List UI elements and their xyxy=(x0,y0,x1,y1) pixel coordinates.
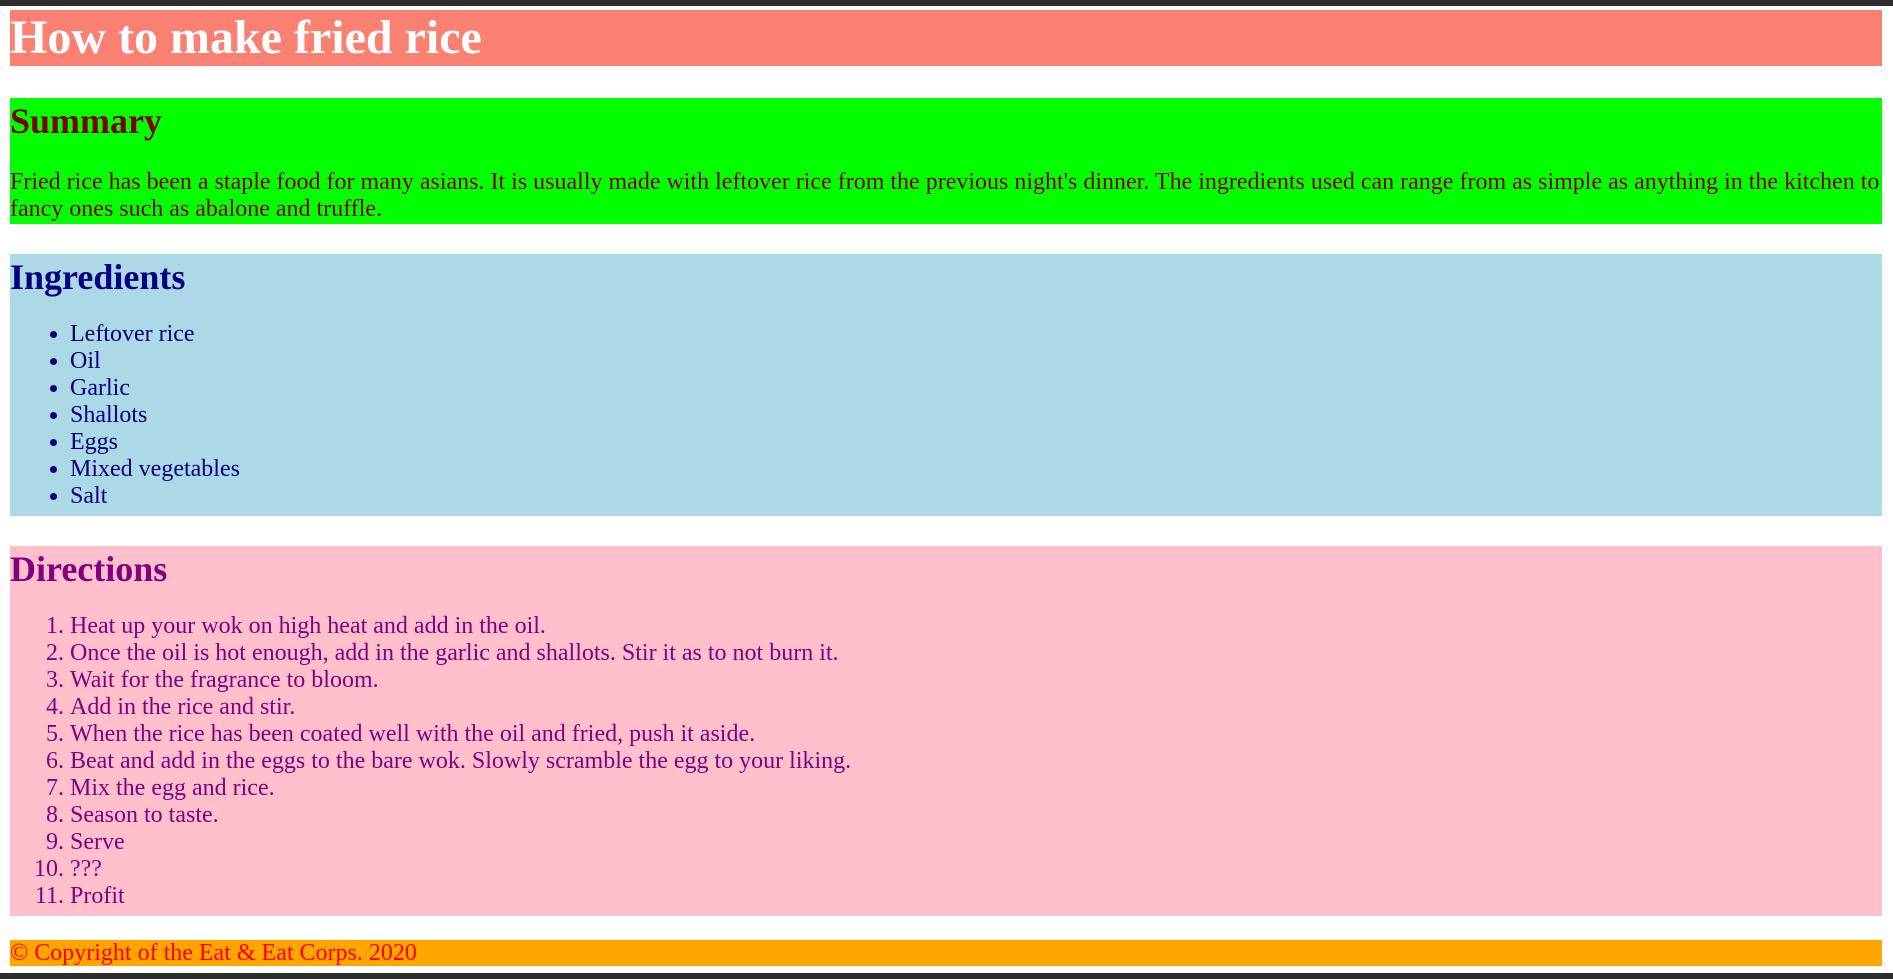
title-banner: How to make fried rice xyxy=(10,10,1882,66)
summary-heading: Summary xyxy=(10,101,162,141)
ingredient-item: Shallots xyxy=(70,402,1882,429)
direction-step: Once the oil is hot enough, add in the g… xyxy=(70,640,1882,667)
window-top-border xyxy=(0,0,1893,6)
summary-section: Summary Fried rice has been a staple foo… xyxy=(10,98,1882,224)
direction-step: Mix the egg and rice. xyxy=(70,775,1882,802)
ingredients-heading: Ingredients xyxy=(10,257,186,297)
direction-step: Wait for the fragrance to bloom. xyxy=(70,667,1882,694)
window-bottom-border xyxy=(0,973,1893,979)
summary-text: Fried rice has been a staple food for ma… xyxy=(10,169,1880,222)
direction-step: Serve xyxy=(70,829,1882,856)
direction-step: Beat and add in the eggs to the bare wok… xyxy=(70,748,1882,775)
copyright-footer: © Copyright of the Eat & Eat Corps. 2020 xyxy=(10,940,1882,966)
directions-list: Heat up your wok on high heat and add in… xyxy=(10,613,1882,910)
ingredients-list: Leftover rice Oil Garlic Shallots Eggs M… xyxy=(10,321,1882,510)
ingredient-item: Salt xyxy=(70,483,1882,510)
recipe-page: How to make fried rice Summary Fried ric… xyxy=(10,10,1882,966)
ingredient-item: Garlic xyxy=(70,375,1882,402)
direction-step: When the rice has been coated well with … xyxy=(70,721,1882,748)
direction-step: Season to taste. xyxy=(70,802,1882,829)
ingredient-item: Oil xyxy=(70,348,1882,375)
ingredient-item: Eggs xyxy=(70,429,1882,456)
direction-step: Add in the rice and stir. xyxy=(70,694,1882,721)
direction-step: ??? xyxy=(70,856,1882,883)
direction-step: Profit xyxy=(70,883,1882,910)
ingredient-item: Leftover rice xyxy=(70,321,1882,348)
directions-section: Directions Heat up your wok on high heat… xyxy=(10,546,1882,916)
direction-step: Heat up your wok on high heat and add in… xyxy=(70,613,1882,640)
page-title: How to make fried rice xyxy=(10,11,482,64)
ingredient-item: Mixed vegetables xyxy=(70,456,1882,483)
directions-heading: Directions xyxy=(10,549,168,589)
ingredients-section: Ingredients Leftover rice Oil Garlic Sha… xyxy=(10,254,1882,516)
